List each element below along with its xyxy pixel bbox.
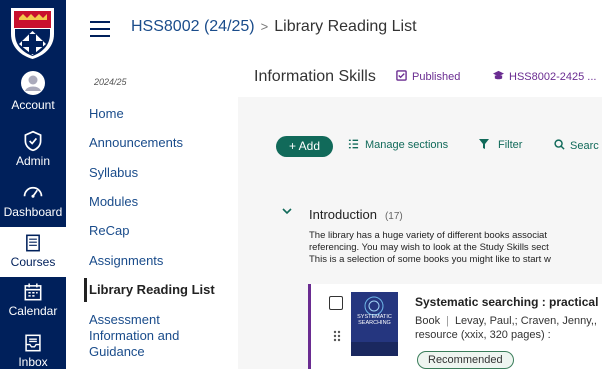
module-code[interactable]: HSS8002-2425 ... (492, 70, 596, 83)
breadcrumb: HSS8002 (24/25) > Library Reading List (131, 18, 417, 36)
breadcrumb-current-page: Library Reading List (274, 18, 417, 35)
nav-courses-label: Courses (10, 255, 56, 269)
nav-admin[interactable]: Admin (0, 130, 66, 168)
book-cover-image[interactable]: SYSTEMATIC SEARCHING (351, 292, 398, 356)
course-nav-recap[interactable]: ReCap (89, 223, 129, 239)
hamburger-line (90, 35, 110, 37)
filter-button[interactable]: Filter (479, 139, 522, 151)
collapse-section-icon[interactable] (282, 206, 292, 218)
published-icon (396, 70, 407, 81)
status-badge[interactable]: Published (396, 70, 460, 83)
section-description-line: The library has a huge variety of differ… (309, 230, 547, 241)
inbox-icon (25, 334, 41, 352)
hamburger-line (90, 21, 110, 23)
main-content: Information Skills Published HSS8002-242… (238, 55, 602, 369)
search-icon (554, 139, 565, 150)
course-nav-announcements[interactable]: Announcements (89, 135, 183, 151)
nav-account-label: Account (11, 98, 55, 112)
section-description-line: referencing. You may wish to look at the… (309, 242, 549, 253)
nav-inbox[interactable]: Inbox (0, 333, 66, 369)
course-nav-assignments[interactable]: Assignments (89, 253, 163, 269)
book-icon (26, 234, 40, 252)
item-type: Book (415, 315, 441, 327)
breadcrumb-separator: > (260, 19, 269, 34)
book-cover-title: SYSTEMATIC SEARCHING (357, 314, 392, 326)
nav-inbox-label: Inbox (18, 355, 48, 369)
nav-calendar[interactable]: Calendar (0, 282, 66, 318)
manage-sections-button[interactable]: Manage sections (348, 139, 448, 151)
university-logo[interactable] (9, 6, 56, 60)
app-window: Account Admin Dashboard Courses Calendar… (0, 0, 602, 369)
calendar-icon (24, 283, 42, 301)
breadcrumb-course-link[interactable]: HSS8002 (24/25) (131, 18, 255, 35)
section-description-line: This is a selection of some books you mi… (309, 254, 551, 265)
shield-icon (24, 130, 42, 152)
nav-admin-label: Admin (15, 154, 50, 168)
item-extent: resource (xxix, 320 pages) : (415, 329, 551, 341)
menu-toggle-button[interactable] (90, 21, 110, 37)
course-nav-modules[interactable]: Modules (89, 194, 138, 210)
account-icon (21, 71, 45, 95)
list-title: Information Skills (254, 68, 376, 85)
nav-calendar-label: Calendar (8, 304, 58, 318)
meta-separator: | (446, 315, 449, 327)
course-nav-home[interactable]: Home (89, 106, 124, 122)
item-metadata: Book | Levay, Paul,; Craven, Jenny,, resou… (415, 314, 597, 342)
item-checkbox[interactable] (329, 296, 343, 310)
status-label: Published (412, 71, 461, 83)
nav-account[interactable]: Account (0, 70, 66, 112)
section-count: (17) (384, 211, 403, 222)
term-label: 2024/25 (94, 77, 127, 87)
search-button[interactable]: Searc (554, 139, 599, 152)
module-code-label: HSS8002-2425 ... (509, 71, 597, 83)
dashboard-icon (23, 187, 43, 198)
list-icon (348, 139, 359, 149)
recommended-badge: Recommended (417, 351, 514, 369)
nav-dashboard-label: Dashboard (3, 205, 63, 219)
course-nav-library-reading-list[interactable]: Library Reading List (84, 278, 215, 302)
add-button[interactable]: + Add (276, 136, 333, 157)
graduation-cap-icon (493, 70, 504, 80)
nav-dashboard[interactable]: Dashboard (0, 181, 66, 219)
global-nav: Account Admin Dashboard Courses Calendar… (0, 0, 66, 369)
section-name: Introduction (309, 207, 377, 222)
drag-handle-icon[interactable] (333, 330, 341, 342)
section-header[interactable]: Introduction (17) (309, 207, 403, 222)
manage-sections-label: Manage sections (365, 139, 449, 151)
filter-icon (479, 139, 489, 149)
filter-label: Filter (498, 139, 523, 151)
nav-courses[interactable]: Courses (0, 227, 66, 277)
section-description: The library has a huge variety of differ… (309, 230, 602, 266)
item-authors: Levay, Paul,; Craven, Jenny,, (454, 315, 597, 327)
reading-list-item[interactable]: SYSTEMATIC SEARCHING Systematic searchin… (308, 284, 602, 369)
search-label: Searc (570, 140, 599, 152)
course-nav-syllabus[interactable]: Syllabus (89, 165, 138, 181)
item-title[interactable]: Systematic searching : practical (415, 295, 598, 309)
hamburger-line (90, 28, 110, 30)
course-nav-assessment[interactable]: Assessment Information and Guidance (89, 312, 199, 360)
course-nav: 2024/25 Home Announcements Syllabus Modu… (66, 0, 282, 369)
